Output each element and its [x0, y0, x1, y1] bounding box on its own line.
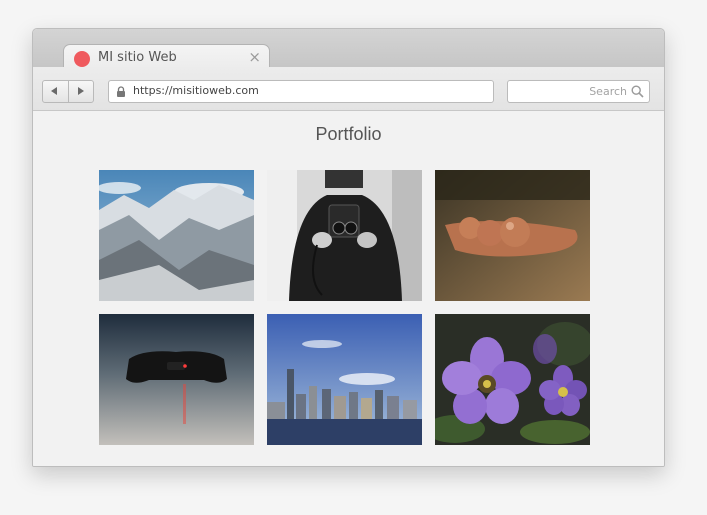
browser-tab[interactable]: MI sitio Web ×: [63, 44, 270, 69]
search-input[interactable]: Search: [507, 80, 650, 103]
address-bar[interactable]: https://misitioweb.com: [108, 80, 494, 103]
back-arrow-icon: [51, 87, 57, 95]
browser-toolbar: https://misitioweb.com Search: [33, 67, 664, 111]
gallery-image-spoons[interactable]: [435, 170, 590, 301]
gallery-image-flowers[interactable]: [435, 314, 590, 445]
gallery-image-camera[interactable]: [267, 170, 422, 301]
forward-button[interactable]: [68, 81, 93, 102]
forward-arrow-icon: [78, 87, 84, 95]
back-button[interactable]: [43, 81, 69, 102]
page-content: Portfolio: [33, 111, 664, 466]
lock-icon: [117, 86, 125, 97]
gallery-image-controller[interactable]: [99, 314, 254, 445]
search-icon[interactable]: [631, 85, 644, 98]
gallery-image-mountains[interactable]: [99, 170, 254, 301]
tab-title: MI sitio Web: [98, 50, 177, 65]
site-favicon-icon: [74, 51, 90, 67]
url-text: https://misitioweb.com: [133, 84, 259, 97]
browser-window: MI sitio Web × https://misitioweb.com Se…: [32, 28, 665, 467]
page-title: Portfolio: [315, 124, 382, 144]
gallery-image-skyline[interactable]: [267, 314, 422, 445]
tab-strip: MI sitio Web ×: [33, 29, 664, 69]
navigation-buttons: [42, 80, 94, 103]
close-icon[interactable]: ×: [248, 48, 261, 66]
search-placeholder: Search: [589, 85, 627, 98]
